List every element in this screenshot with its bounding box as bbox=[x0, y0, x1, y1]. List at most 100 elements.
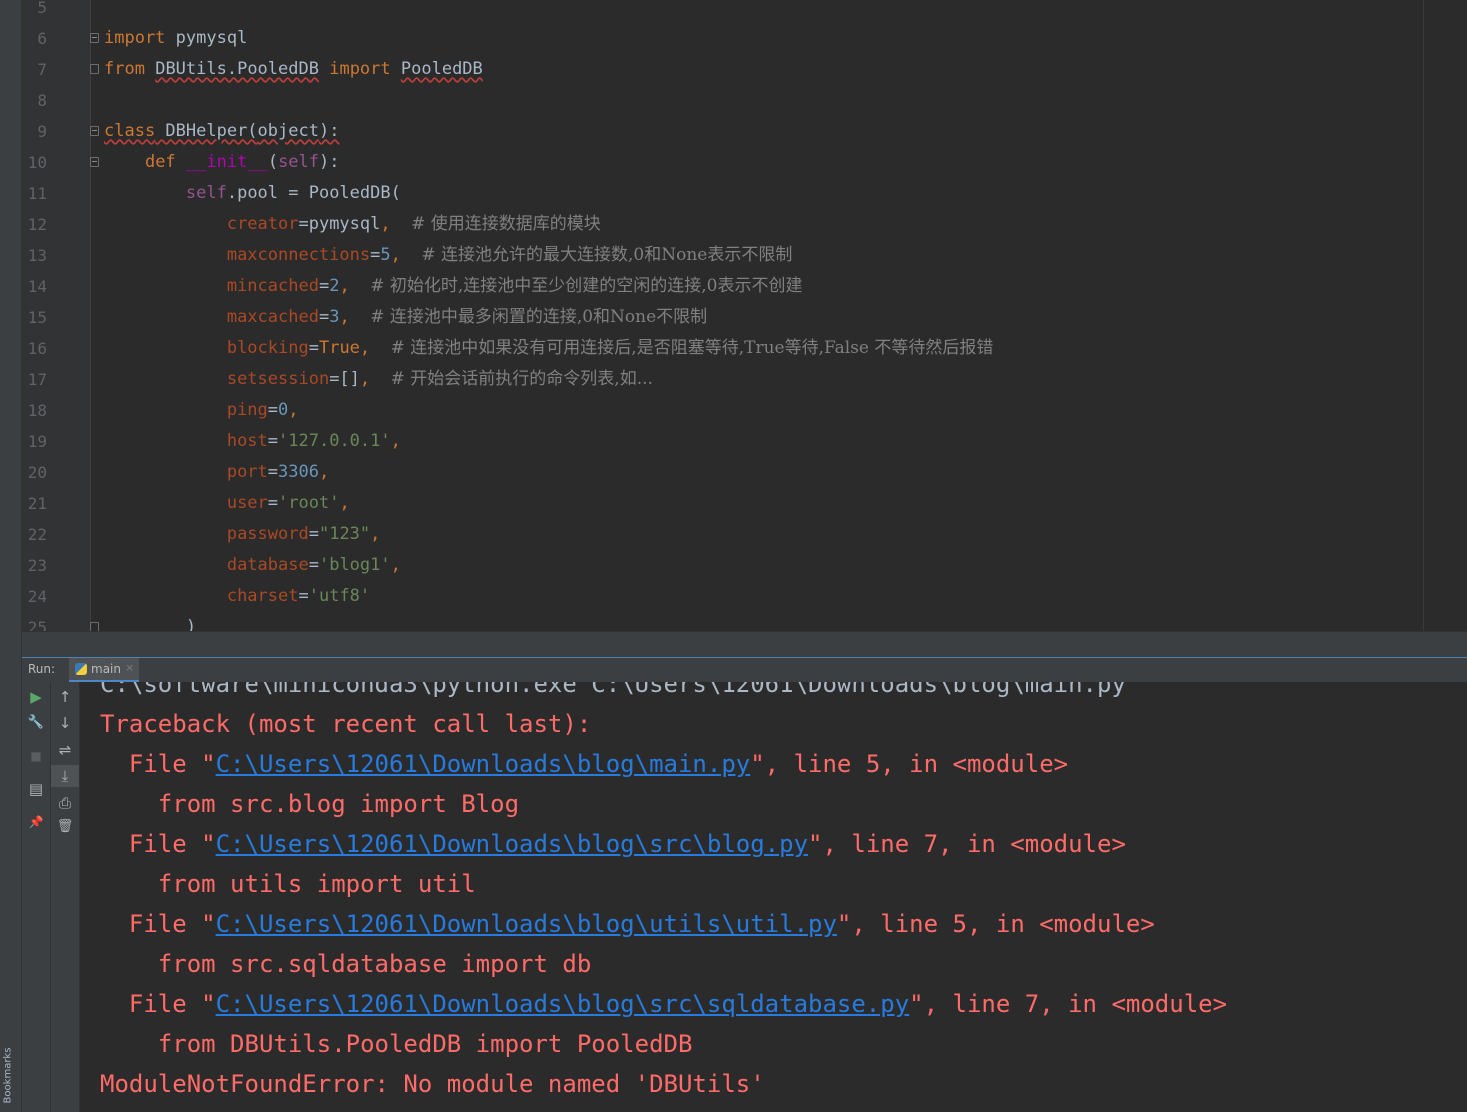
code-text: maxconnections=5, # 连接池允许的最大连接数,0和None表示… bbox=[104, 240, 793, 271]
code-token: 0 bbox=[278, 400, 289, 420]
code-token: = bbox=[318, 276, 330, 296]
clear-all-button[interactable]: 🗑 bbox=[51, 816, 79, 838]
file-path-link[interactable]: C:\Users\12061\Downloads\blog\utils\util… bbox=[216, 910, 837, 938]
code-token: = bbox=[308, 524, 319, 544]
code-token: = bbox=[267, 493, 279, 513]
stop-button[interactable]: ■ bbox=[22, 745, 50, 767]
line-number: 22 bbox=[27, 525, 47, 544]
pin-tab-button[interactable]: 📌 bbox=[22, 811, 50, 833]
code-token: self bbox=[278, 152, 320, 172]
rerun-icon: ▶ bbox=[30, 688, 42, 706]
console-line: Traceback (most recent call last): bbox=[100, 704, 591, 744]
fold-marker-icon[interactable] bbox=[90, 622, 99, 631]
code-token: port bbox=[226, 462, 268, 482]
code-token: import bbox=[329, 59, 391, 79]
code-line: 7 from DBUtils.PooledDB import PooledDB bbox=[22, 54, 1467, 85]
print-button[interactable]: ⎙ bbox=[51, 792, 79, 814]
console-line: from DBUtils.PooledDB import PooledDB bbox=[100, 1024, 693, 1064]
code-line: 22 password="123", bbox=[22, 519, 1467, 550]
console-text: ", line 5, in <module> bbox=[750, 750, 1069, 778]
code-text: import pymysql bbox=[104, 23, 247, 54]
code-token: = bbox=[267, 400, 279, 420]
file-path-link[interactable]: C:\Users\12061\Downloads\blog\main.py bbox=[216, 750, 751, 778]
wrench-icon: 🔧 bbox=[27, 715, 45, 730]
code-line: 19 host='127.0.0.1', bbox=[22, 426, 1467, 457]
close-icon[interactable]: × bbox=[125, 661, 134, 674]
code-token: , bbox=[359, 369, 371, 389]
code-token: , bbox=[339, 276, 350, 296]
console-text: File " bbox=[100, 830, 216, 858]
line-number: 24 bbox=[27, 587, 47, 606]
bookmarks-tool-button[interactable]: Bookmarks bbox=[2, 1048, 18, 1108]
console-text: Traceback (most recent call last): bbox=[100, 710, 592, 738]
code-line: 24 charset='utf8' bbox=[22, 581, 1467, 612]
line-number: 16 bbox=[27, 339, 47, 358]
code-token: setsession bbox=[226, 369, 330, 389]
line-number: 15 bbox=[27, 308, 47, 327]
previous-occurrence-button[interactable]: ↑ bbox=[51, 686, 79, 708]
console-text: ", line 7, in <module> bbox=[808, 830, 1126, 858]
line-number: 13 bbox=[27, 246, 47, 265]
layout-button[interactable]: ▤ bbox=[22, 778, 50, 800]
scroll-to-end-button[interactable]: ⤓ bbox=[51, 765, 79, 787]
code-editor[interactable]: 5 6 import pymysql 7 from DBUtils.PooledDB i… bbox=[22, 0, 1467, 631]
fold-marker-icon[interactable] bbox=[90, 126, 99, 136]
code-token: , bbox=[339, 493, 350, 513]
line-number: 21 bbox=[27, 494, 47, 513]
python-icon bbox=[75, 663, 87, 675]
code-token: = bbox=[267, 431, 279, 451]
settings-button[interactable]: 🔧 bbox=[22, 712, 50, 734]
panel-splitter[interactable] bbox=[22, 631, 1467, 658]
file-path-link[interactable]: C:\Users\12061\Downloads\blog\src\blog.p… bbox=[216, 830, 808, 858]
console-line: File "C:\Users\12061\Downloads\blog\main… bbox=[100, 744, 1068, 784]
code-token: def bbox=[144, 152, 176, 172]
run-toolbar-left: ▶ 🔧 ■ ▤ 📌 bbox=[22, 682, 51, 1112]
code-token: True bbox=[318, 338, 360, 358]
code-token: "123" bbox=[318, 524, 371, 544]
code-token: user bbox=[226, 493, 268, 513]
code-token: 'root' bbox=[278, 493, 340, 513]
code-token: , bbox=[370, 524, 381, 544]
code-token: = bbox=[318, 307, 330, 327]
run-label: Run: bbox=[28, 662, 56, 676]
code-line: 17 setsession=[], # 开始会话前执行的命令列表,如... bbox=[22, 364, 1467, 395]
pin-icon: 📌 bbox=[28, 815, 44, 829]
code-line: 5 bbox=[22, 0, 1467, 23]
code-token: from bbox=[104, 59, 145, 79]
code-text: host='127.0.0.1', bbox=[104, 426, 401, 457]
fold-marker-icon[interactable] bbox=[90, 64, 99, 74]
code-line: 18 ping=0, bbox=[22, 395, 1467, 426]
code-token: DBUtils.PooledDB bbox=[155, 59, 319, 79]
rerun-button[interactable]: ▶ bbox=[22, 686, 50, 708]
console-text: File " bbox=[100, 750, 216, 778]
next-occurrence-button[interactable]: ↓ bbox=[51, 712, 79, 734]
code-token: database bbox=[226, 555, 309, 575]
console-output[interactable]: C:\software\miniconda3\python.exe C:\Use… bbox=[80, 682, 1467, 1112]
soft-wrap-button[interactable]: ⇌ bbox=[51, 739, 79, 761]
console-line: File "C:\Users\12061\Downloads\blog\src\… bbox=[100, 824, 1126, 864]
file-path-link[interactable]: C:\Users\12061\Downloads\blog\src\sqldat… bbox=[216, 990, 910, 1018]
code-token: # 使用连接数据库的模块 bbox=[411, 214, 601, 234]
run-tab-main[interactable]: main × bbox=[69, 658, 139, 682]
console-line: from utils import util bbox=[100, 864, 476, 904]
fold-marker-icon[interactable] bbox=[90, 157, 99, 167]
fold-marker-icon[interactable] bbox=[90, 33, 99, 43]
trash-icon: 🗑 bbox=[56, 819, 74, 834]
code-line: 9 class DBHelper(object): bbox=[22, 116, 1467, 147]
code-token: , bbox=[380, 214, 391, 234]
code-token: # 连接池允许的最大连接数,0和None表示不限制 bbox=[421, 245, 793, 265]
code-token: = bbox=[308, 555, 319, 575]
console-text: ", line 7, in <module> bbox=[909, 990, 1228, 1018]
code-token: =[] bbox=[329, 369, 360, 389]
